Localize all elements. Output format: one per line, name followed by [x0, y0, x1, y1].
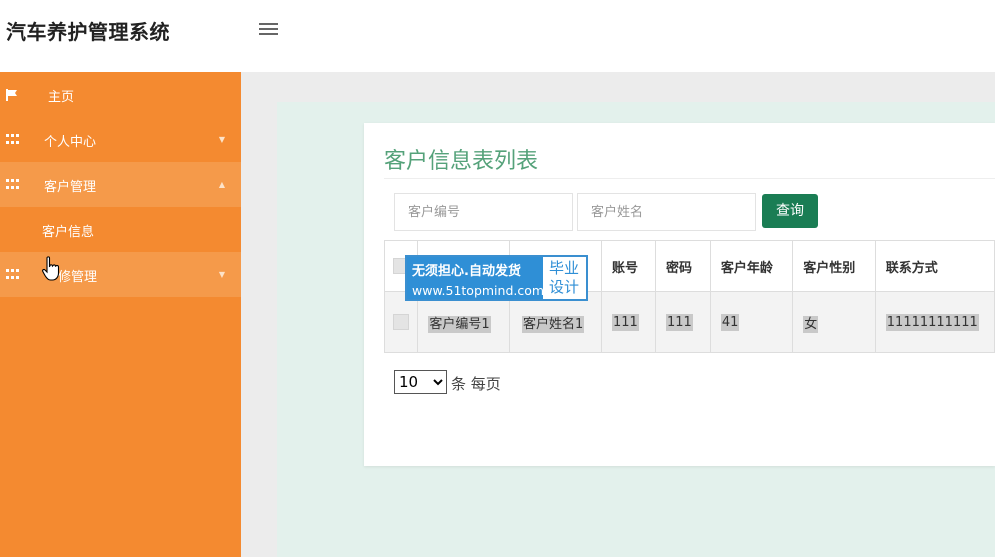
hamburger-menu-icon[interactable]	[258, 20, 280, 40]
customer-no-value: 客户编号1	[428, 315, 491, 333]
watermark-side-line1: 毕业	[549, 259, 580, 277]
grid-icon	[6, 134, 19, 145]
watermark-left: 无须担心.自动发货 www.51topmind.com	[407, 257, 545, 299]
column-header-age[interactable]: 客户年龄	[709, 240, 794, 292]
row-checkbox[interactable]	[393, 314, 410, 330]
watermark-slogan: 无须担心.自动发货	[412, 264, 521, 279]
sidebar-item-home[interactable]: 主页	[0, 72, 241, 117]
sidebar-item-label: 修管理	[58, 270, 98, 285]
column-header-gender[interactable]: 客户性别	[792, 240, 876, 292]
sidebar-item-personal-center[interactable]: 个人中心 ▼	[0, 117, 241, 162]
app-title: 汽车养护管理系统	[6, 20, 170, 44]
search-button[interactable]: 查询	[762, 194, 818, 228]
table-cell: 11111111111	[874, 291, 995, 353]
sidebar-item-label: 个人中心	[44, 135, 97, 150]
account-value: 111	[611, 313, 639, 331]
sidebar-item-customer-management[interactable]: 客户管理 ▲	[0, 162, 241, 207]
flag-icon	[6, 89, 19, 101]
grid-icon	[6, 179, 19, 190]
sidebar-subitem-customer-info[interactable]: 客户信息	[0, 207, 241, 252]
age-value: 41	[720, 313, 740, 331]
column-header-contact[interactable]: 联系方式	[874, 240, 995, 292]
page-size-label: 条 每页	[451, 375, 501, 393]
table-cell: 111	[600, 291, 656, 353]
top-header: 汽车养护管理系统	[0, 0, 995, 72]
sidebar: 主页 个人中心 ▼ 客户管理 ▲ 客户信息 修管理 ▼	[0, 72, 241, 557]
chevron-up-icon: ▲	[218, 180, 225, 189]
title-divider	[384, 178, 995, 179]
contact-value: 11111111111	[885, 313, 979, 331]
password-value: 111	[665, 313, 693, 331]
chevron-down-icon: ▼	[218, 270, 225, 279]
sidebar-item-repair-management[interactable]: 修管理 ▼	[0, 252, 241, 297]
sidebar-item-label: 客户管理	[44, 180, 97, 195]
column-header-account[interactable]: 账号	[600, 240, 656, 292]
watermark-url: www.51topmind.com	[412, 283, 545, 298]
grid-icon	[6, 269, 19, 280]
watermark-badge: 无须担心.自动发货 www.51topmind.com 毕业 设计	[405, 255, 588, 301]
page-title: 客户信息表列表	[384, 149, 539, 174]
customer-no-search-input[interactable]	[394, 193, 573, 231]
customer-name-value: 客户姓名1	[522, 315, 585, 333]
sidebar-item-label: 主页	[48, 90, 75, 105]
chevron-down-icon: ▼	[218, 135, 225, 144]
gender-value: 女	[803, 315, 819, 333]
watermark-right: 毕业 设计	[543, 257, 579, 299]
customer-name-search-input[interactable]	[577, 193, 756, 231]
table-cell: 111	[654, 291, 711, 353]
column-header-password[interactable]: 密码	[654, 240, 711, 292]
page-size-select[interactable]: 10	[394, 370, 447, 394]
hand-pointer-cursor-icon	[42, 256, 60, 281]
sidebar-subitem-label: 客户信息	[42, 225, 95, 240]
watermark-side-line2: 设计	[549, 278, 580, 296]
table-cell: 女	[792, 291, 876, 353]
table-cell: 41	[709, 291, 794, 353]
